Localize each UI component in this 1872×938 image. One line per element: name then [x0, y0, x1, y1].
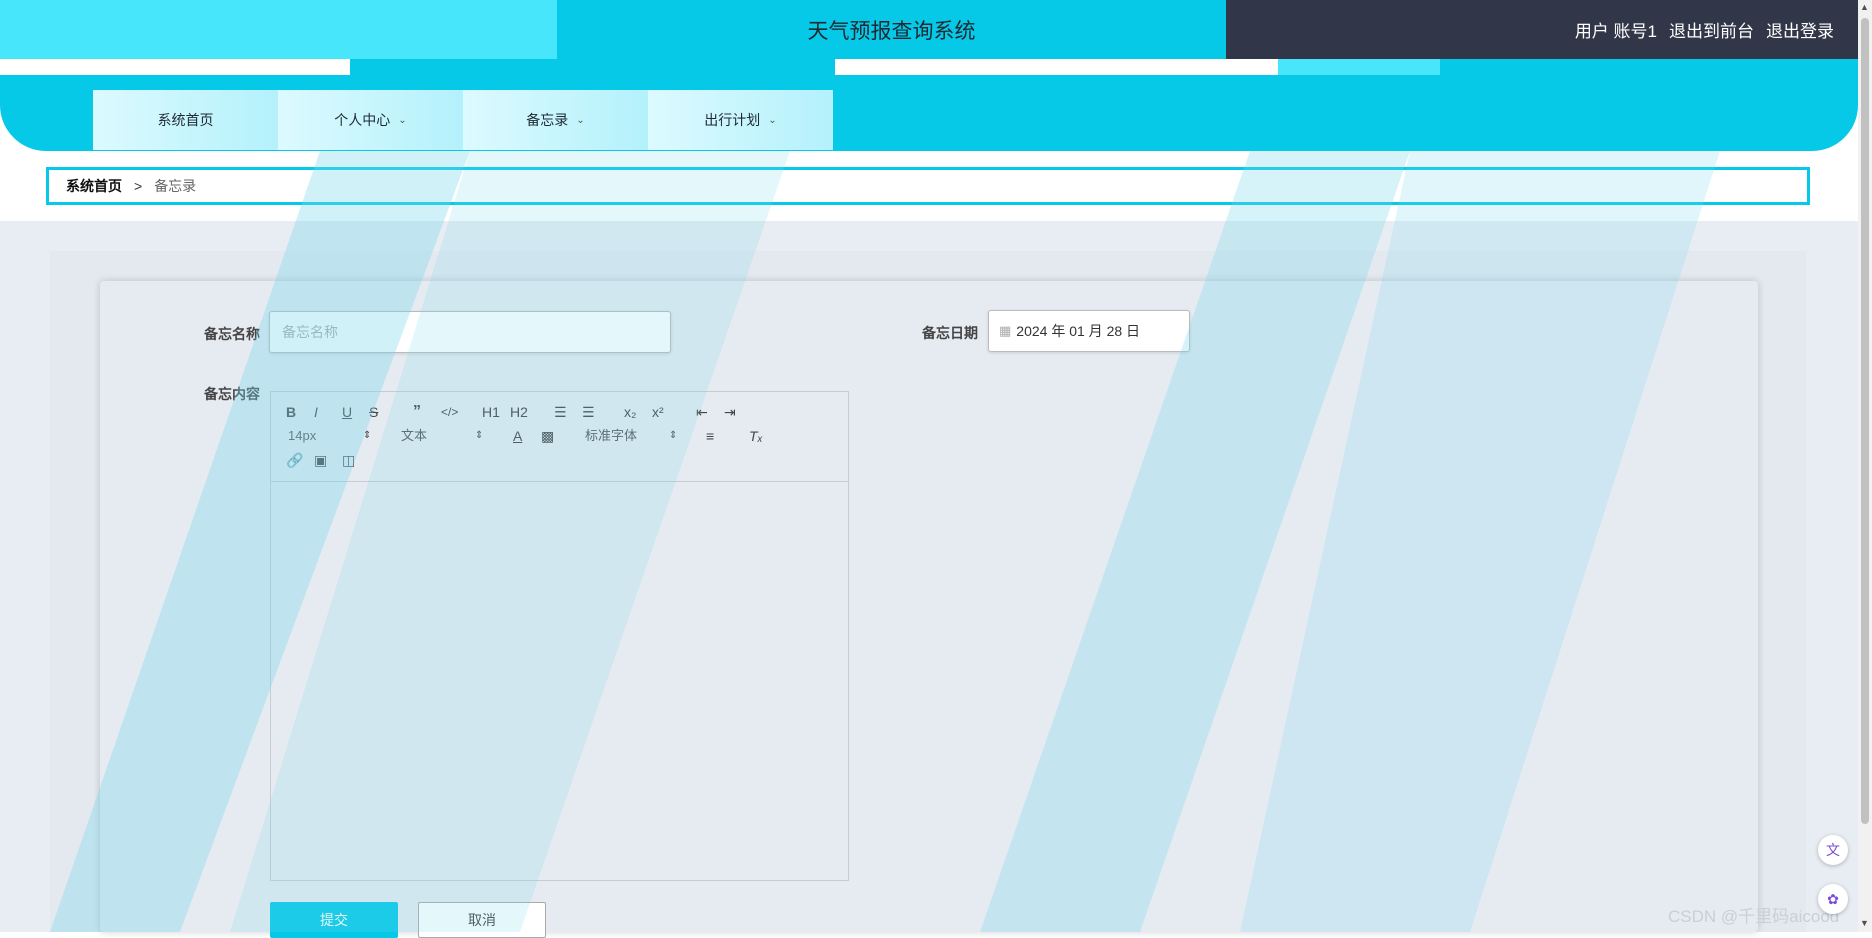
subscript-button[interactable]: x₂: [624, 404, 636, 420]
video-icon[interactable]: ◫: [342, 452, 355, 468]
chevron-down-icon: ⌄: [398, 114, 407, 126]
code-icon[interactable]: </>: [441, 404, 458, 420]
nav-item-memo[interactable]: 备忘录 ⌄: [463, 90, 648, 150]
font-size-select[interactable]: 14px: [288, 428, 316, 444]
clear-format-icon[interactable]: Tₓ: [749, 428, 763, 444]
image-icon[interactable]: ▣: [314, 452, 327, 468]
breadcrumb-current: 备忘录: [154, 178, 197, 194]
nav-item-label: 个人中心: [334, 112, 391, 128]
nav-stripe: [1278, 59, 1440, 75]
breadcrumb-separator: >: [134, 178, 143, 194]
font-color-icon[interactable]: A: [513, 428, 522, 444]
h2-button[interactable]: H2: [510, 404, 528, 420]
superscript-button[interactable]: x²: [652, 404, 664, 420]
header-user-bar: 用户 账号1 退出到前台 退出登录: [1226, 0, 1860, 59]
nav-item-travel-plan[interactable]: 出行计划 ⌄: [648, 90, 833, 150]
main-nav: 系统首页 个人中心 ⌄ 备忘录 ⌄ 出行计划 ⌄: [93, 90, 833, 150]
memo-name-input[interactable]: 备忘名称: [269, 311, 671, 353]
nav-item-label: 出行计划: [704, 112, 761, 128]
ordered-list-icon[interactable]: ☰: [554, 404, 567, 420]
breadcrumb-home[interactable]: 系统首页: [66, 176, 122, 196]
breadcrumb: 系统首页 > 备忘录: [46, 167, 1810, 205]
watermark: CSDN @千里码aicood: [1668, 907, 1840, 926]
scroll-up-icon[interactable]: ▲: [1860, 2, 1869, 12]
align-icon[interactable]: ≡: [706, 428, 714, 444]
strike-button[interactable]: S: [369, 404, 378, 420]
bullet-list-icon[interactable]: ☰: [582, 404, 595, 420]
nav-item-label: 备忘录: [526, 112, 569, 128]
user-account-label: 用户 账号1: [1574, 22, 1657, 41]
page-title: 天气预报查询系统: [807, 19, 976, 43]
assistant-icon[interactable]: ✿: [1818, 884, 1848, 914]
select-arrows-icon: ⇕: [669, 430, 678, 441]
select-arrows-icon: ⇕: [475, 430, 484, 441]
header-title-block: 天气预报查询系统: [557, 0, 1226, 59]
memo-date-picker[interactable]: ▦ 2024 年 01 月 28 日: [988, 310, 1190, 352]
memo-name-label: 备忘名称: [204, 326, 260, 342]
select-arrows-icon: ⇕: [363, 430, 372, 441]
memo-date-label: 备忘日期: [922, 325, 978, 341]
underline-button[interactable]: U: [342, 404, 352, 420]
outdent-icon[interactable]: ⇤: [696, 404, 708, 420]
italic-button[interactable]: I: [314, 404, 318, 420]
h1-button[interactable]: H1: [482, 404, 500, 420]
memo-date-value: 2024 年 01 月 28 日: [1016, 323, 1141, 339]
memo-content-label: 备忘内容: [204, 386, 260, 402]
nav-item-personal-center[interactable]: 个人中心 ⌄: [278, 90, 463, 150]
bold-button[interactable]: B: [286, 404, 296, 420]
chevron-down-icon: ⌄: [576, 114, 585, 126]
nav-item-home[interactable]: 系统首页: [93, 90, 278, 150]
nav-stripe: [1440, 59, 1858, 75]
editor-toolbar: B I U S ” </> H1 H2 ☰ ☰ x₂ x² ⇤ ⇥ 14px ⇕…: [271, 392, 848, 482]
scrollbar-thumb[interactable]: [1861, 18, 1869, 824]
blockquote-icon[interactable]: ”: [413, 404, 421, 420]
nav-item-label: 系统首页: [157, 112, 214, 128]
memo-name-placeholder: 备忘名称: [282, 324, 338, 340]
block-type-select[interactable]: 文本: [401, 428, 427, 444]
scroll-down-icon[interactable]: ▼: [1860, 918, 1869, 928]
back-to-front-link[interactable]: 退出到前台: [1669, 17, 1754, 42]
translate-icon[interactable]: 文: [1818, 835, 1848, 865]
background-color-icon[interactable]: ▩: [541, 428, 554, 444]
calendar-icon: ▦: [999, 323, 1012, 338]
logout-link[interactable]: 退出登录: [1766, 17, 1834, 42]
rich-text-editor: B I U S ” </> H1 H2 ☰ ☰ x₂ x² ⇤ ⇥ 14px ⇕…: [270, 391, 849, 881]
indent-icon[interactable]: ⇥: [724, 404, 736, 420]
font-family-select[interactable]: 标准字体: [585, 428, 637, 444]
submit-button[interactable]: 提交: [270, 902, 398, 938]
header-left-block: [0, 0, 557, 59]
link-icon[interactable]: 🔗: [286, 452, 303, 468]
cancel-button[interactable]: 取消: [418, 902, 546, 938]
nav-stripe: [350, 59, 835, 75]
chevron-down-icon: ⌄: [768, 114, 777, 126]
